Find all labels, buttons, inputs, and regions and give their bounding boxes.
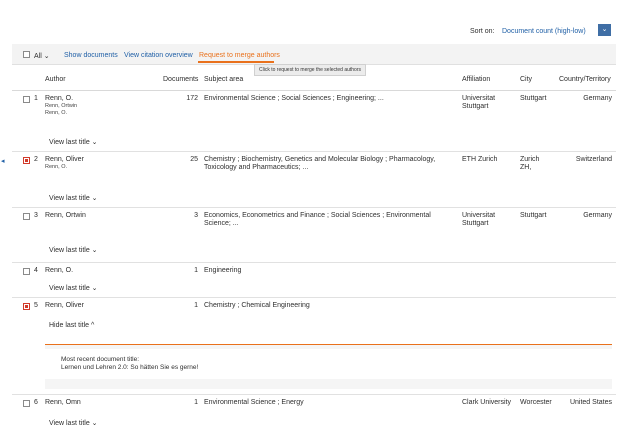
col-city[interactable]: City xyxy=(520,76,532,83)
table-row: ◂ 2 Renn, Oliver Renn, O. 25 Chemistry ;… xyxy=(1,152,616,208)
affiliation: Clark University xyxy=(462,399,512,406)
results-toolbar: All ⌄ Show documents View citation overv… xyxy=(12,44,616,65)
country: Germany xyxy=(583,212,612,219)
subject-area: Economics, Econometrics and Finance ; So… xyxy=(204,212,431,227)
view-citation-overview-link[interactable]: View citation overview xyxy=(124,52,193,59)
last-title-label: Most recent document title: xyxy=(61,356,140,363)
author-name-link[interactable]: Renn, Ortwin xyxy=(45,212,86,220)
country: United States xyxy=(569,399,612,406)
subject-area: Environmental Science ; Social Sciences … xyxy=(204,95,384,102)
arrow-left-icon: ◂ xyxy=(1,158,5,165)
subject-area: Environmental Science ; Energy xyxy=(204,399,304,406)
table-row: 3 Renn, Ortwin 3 Economics, Econometrics… xyxy=(12,208,616,263)
subject-area: Engineering xyxy=(204,267,242,274)
document-count-link[interactable]: 172 xyxy=(162,95,198,102)
author-cell: Renn, O. Renn, Ortwin Renn, O. xyxy=(45,95,77,117)
row-checkbox[interactable] xyxy=(23,268,30,275)
col-affiliation[interactable]: Affiliation xyxy=(462,76,490,83)
author-cell: Renn, O. xyxy=(45,267,73,275)
view-last-title-toggle[interactable]: View last title ⌄ xyxy=(49,138,98,146)
row-number: 3 xyxy=(34,212,38,219)
document-count-link[interactable]: 1 xyxy=(162,302,198,309)
affiliation: Universitat Stuttgart xyxy=(462,212,496,227)
name-variant: Renn, Ortwin xyxy=(45,103,78,109)
view-last-title-toggle[interactable]: View last title ⌄ xyxy=(49,246,98,254)
hide-last-title-toggle[interactable]: Hide last title ^ xyxy=(49,322,94,329)
view-last-title-toggle[interactable]: View last title ⌄ xyxy=(49,284,98,292)
author-cell: Renn, Ortwin xyxy=(45,212,86,220)
show-documents-link[interactable]: Show documents xyxy=(64,52,118,59)
subject-area: Chemistry ; Biochemistry, Genetics and M… xyxy=(204,156,436,171)
view-last-title-toggle[interactable]: View last title ⌄ xyxy=(49,194,98,202)
sort-value: Document count (high-low) xyxy=(502,28,586,35)
city: Zurich ZH, xyxy=(520,156,540,171)
last-title-panel: Most recent document title: Lernen und L… xyxy=(45,344,612,389)
col-author[interactable]: Author xyxy=(45,76,66,83)
col-subject-area[interactable]: Subject area xyxy=(204,76,243,83)
name-variant: Renn, O. xyxy=(45,164,68,170)
col-documents[interactable]: Documents xyxy=(163,76,198,83)
row-number: 1 xyxy=(34,95,38,102)
select-all-checkbox[interactable] xyxy=(23,51,30,58)
row-checkbox[interactable] xyxy=(23,213,30,220)
country: Germany xyxy=(583,95,612,102)
row-number: 4 xyxy=(34,267,38,274)
select-all-label[interactable]: All ⌄ xyxy=(34,52,50,60)
request-merge-authors-link[interactable]: Request to merge authors xyxy=(199,52,280,59)
active-underline xyxy=(198,61,274,63)
table-header: Author Documents Subject area Affiliatio… xyxy=(12,72,616,91)
author-name-link[interactable]: Renn, Oliver xyxy=(45,156,84,164)
sort-select[interactable]: Document count (high-low) ⌄ xyxy=(502,23,612,38)
sort-label: Sort on: xyxy=(470,28,495,35)
author-name-link[interactable]: Renn, Oliver xyxy=(45,302,84,310)
chevron-down-icon[interactable]: ⌄ xyxy=(598,24,611,36)
row-number: 5 xyxy=(34,302,38,309)
row-number: 2 xyxy=(34,156,38,163)
author-cell: Renn, Oliver Renn, O. xyxy=(45,156,84,171)
last-title-text: Most recent document title: Lernen und L… xyxy=(61,356,198,372)
table-row: 1 Renn, O. Renn, Ortwin Renn, O. 172 Env… xyxy=(12,91,616,152)
subject-area: Chemistry ; Chemical Engineering xyxy=(204,302,310,309)
last-title-box: Most recent document title: Lernen und L… xyxy=(45,349,612,379)
document-count-link[interactable]: 3 xyxy=(162,212,198,219)
row-number: 6 xyxy=(34,399,38,406)
row-checkbox[interactable] xyxy=(23,400,30,407)
table-row: 4 Renn, O. 1 Engineering View last title… xyxy=(12,263,616,298)
table-row: 6 Renn, Omn 1 Environmental Science ; En… xyxy=(12,394,616,433)
author-cell: Renn, Oliver xyxy=(45,302,84,310)
country: Switzerland xyxy=(575,156,612,163)
affiliation: Universitat Stuttgart xyxy=(462,95,496,110)
author-results-panel: Sort on: Document count (high-low) ⌄ All… xyxy=(1,14,616,433)
col-country[interactable]: Country/Territory xyxy=(559,76,611,83)
view-last-title-toggle[interactable]: View last title ⌄ xyxy=(49,419,98,427)
author-name-link[interactable]: Renn, O. xyxy=(45,267,73,275)
table-row: 5 Renn, Oliver 1 Chemistry ; Chemical En… xyxy=(12,298,616,343)
chevron-down-icon[interactable]: ⌄ xyxy=(44,53,50,60)
row-checkbox[interactable] xyxy=(23,157,30,164)
author-name-link[interactable]: Renn, Omn xyxy=(45,399,81,407)
row-checkbox[interactable] xyxy=(23,96,30,103)
name-variant: Renn, O. xyxy=(45,110,68,116)
affiliation: ETH Zurich xyxy=(462,156,498,163)
author-name-link[interactable]: Renn, O. xyxy=(45,95,77,103)
document-count-link[interactable]: 1 xyxy=(162,399,198,406)
row-checkbox[interactable] xyxy=(23,303,30,310)
document-count-link[interactable]: 1 xyxy=(162,267,198,274)
sort-bar: Sort on: Document count (high-low) ⌄ xyxy=(12,14,616,44)
document-count-link[interactable]: 25 xyxy=(162,156,198,163)
last-title-value[interactable]: Lernen und Lehren 2.0: So hätten Sie es … xyxy=(61,364,198,372)
author-cell: Renn, Omn xyxy=(45,399,81,407)
